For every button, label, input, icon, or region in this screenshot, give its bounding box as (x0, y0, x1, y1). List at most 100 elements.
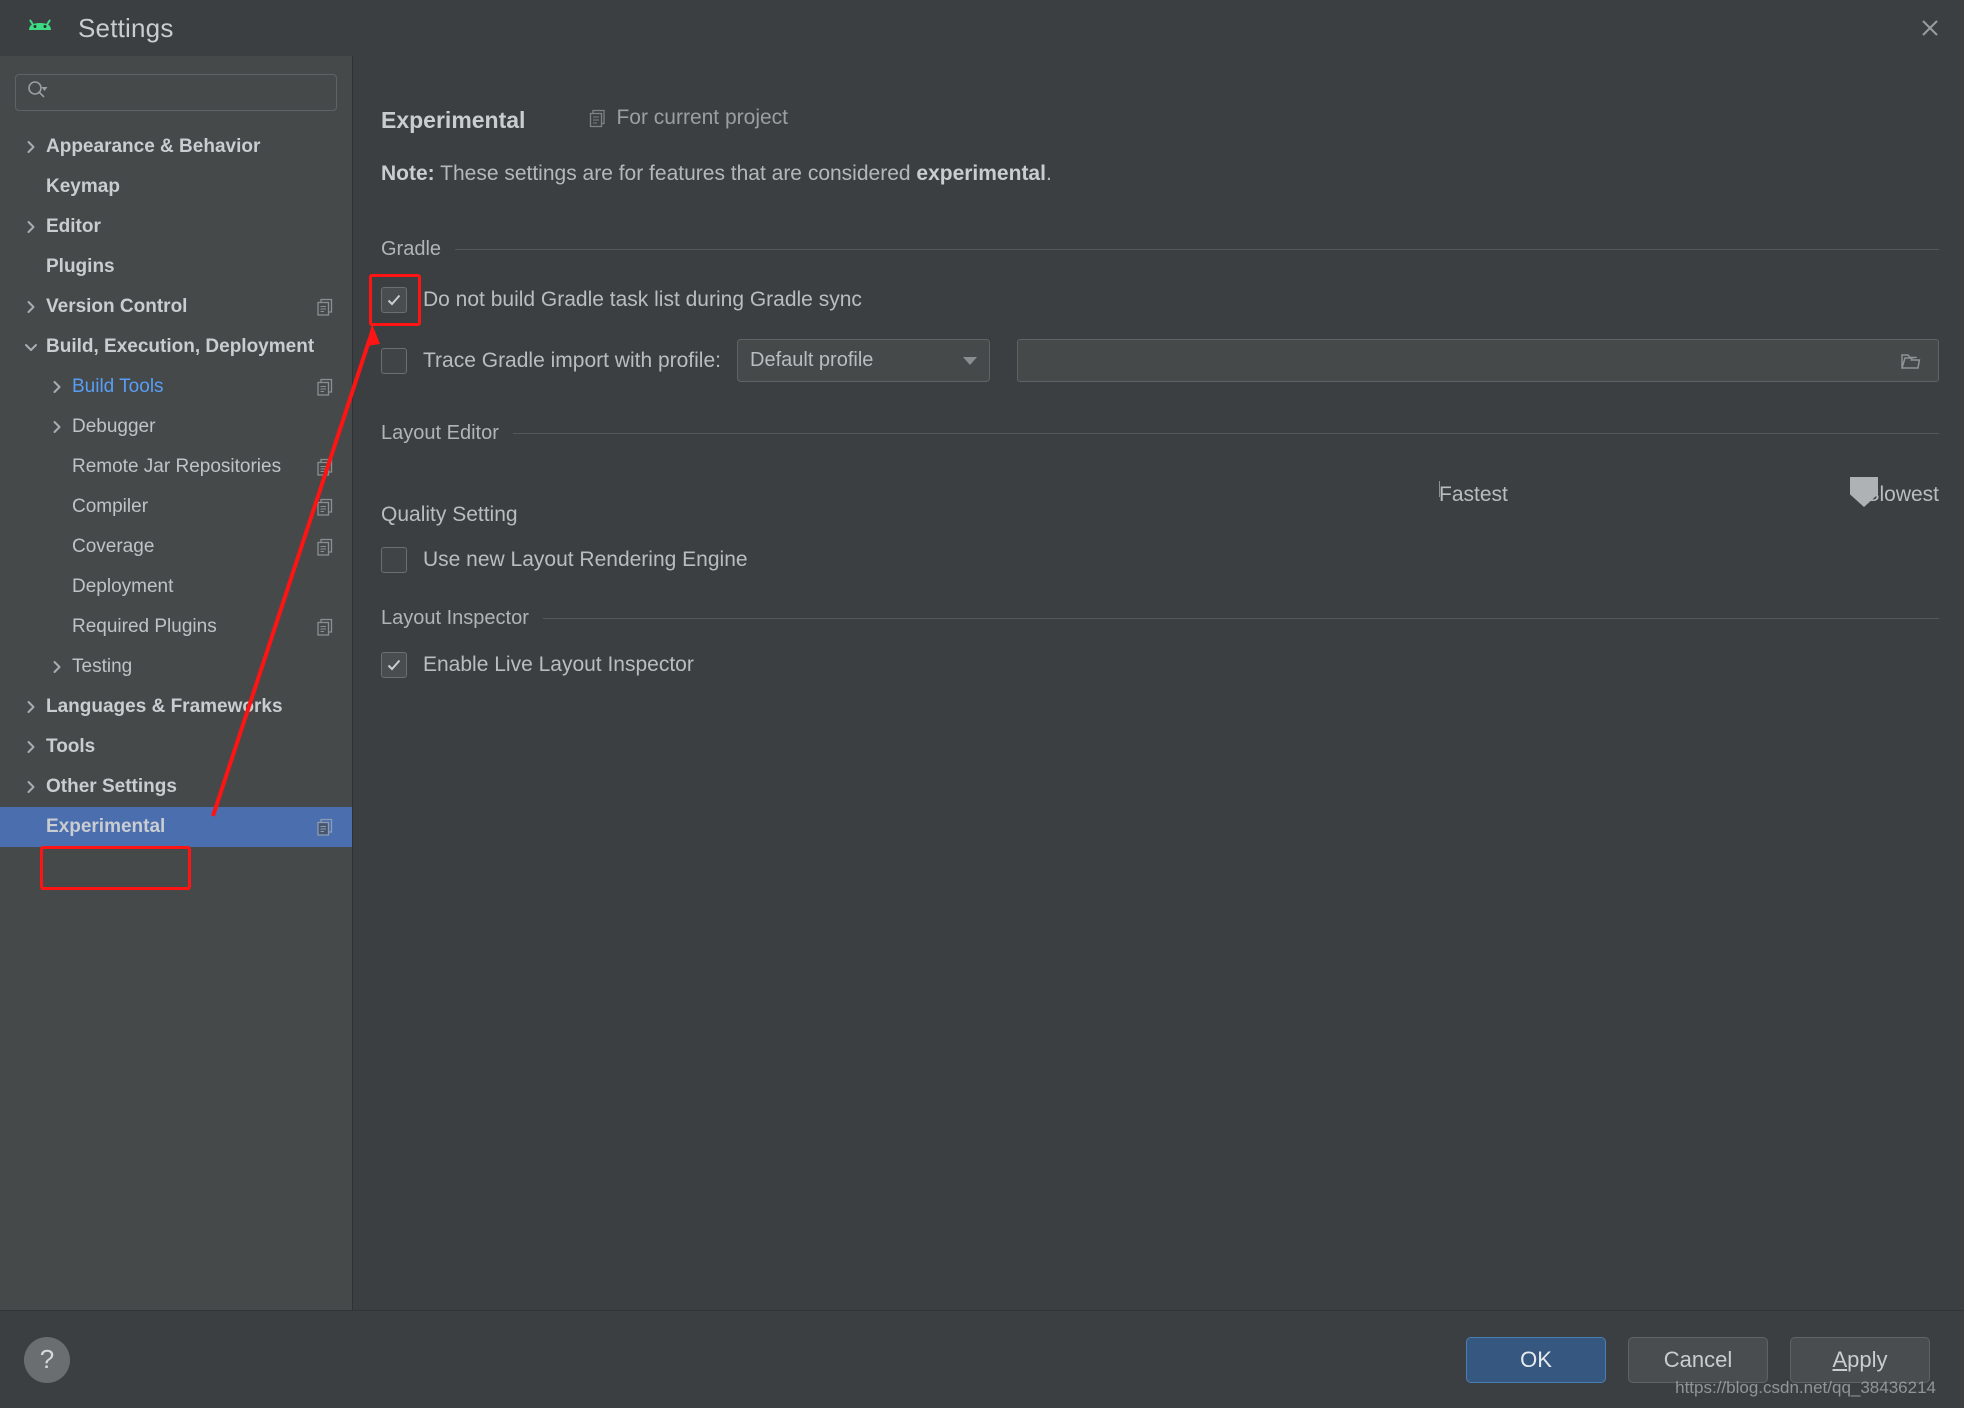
titlebar: Settings (0, 0, 1964, 56)
sidebar-item-label: Editor (46, 216, 101, 237)
settings-main-panel: Experimental For current project Note: T… (353, 56, 1964, 1310)
quality-slider[interactable]: Fastest Slowest (1439, 477, 1939, 507)
chevron-down-icon (963, 356, 977, 365)
checkbox-row-no-task-list[interactable]: Do not build Gradle task list during Gra… (369, 274, 1939, 326)
sidebar-item-debugger[interactable]: Debugger (0, 407, 352, 447)
sidebar-item-label: Languages & Frameworks (46, 696, 283, 717)
chevron-down-icon[interactable] (22, 338, 40, 356)
chevron-right-icon[interactable] (22, 698, 40, 716)
sidebar-item-label: Build Tools (72, 376, 164, 397)
help-button[interactable]: ? (24, 1336, 70, 1383)
sidebar-item-plugins[interactable]: Plugins (0, 247, 352, 287)
checkbox-label-no-task-list: Do not build Gradle task list during Gra… (423, 288, 862, 311)
slider-min-label: Fastest (1439, 483, 1508, 506)
search-input[interactable] (56, 82, 326, 103)
checkbox-no-task-list[interactable] (381, 287, 407, 313)
watermark: https://blog.csdn.net/qq_38436214 (1675, 1378, 1936, 1397)
search-icon (26, 79, 48, 106)
sidebar-item-keymap[interactable]: Keymap (0, 167, 352, 207)
checkbox-label-live-inspector: Enable Live Layout Inspector (423, 653, 694, 676)
section-title-layout-editor: Layout Editor (381, 422, 499, 444)
checkbox-label-rendering-engine: Use new Layout Rendering Engine (423, 548, 748, 571)
sidebar-item-label: Coverage (72, 536, 155, 557)
sidebar-item-label: Appearance & Behavior (46, 136, 261, 157)
sidebar-item-label: Compiler (72, 496, 149, 517)
apply-label-rest: pply (1847, 1346, 1888, 1372)
checkbox-row-rendering-engine[interactable]: Use new Layout Rendering Engine (381, 547, 1939, 573)
note-suffix: . (1045, 162, 1052, 185)
sidebar-item-label: Plugins (46, 256, 115, 277)
sidebar-item-build-execution-deployment[interactable]: Build, Execution, Deployment (0, 327, 352, 367)
copy-icon[interactable] (315, 297, 335, 317)
sidebar-item-experimental[interactable]: Experimental (0, 807, 352, 847)
search-box[interactable] (15, 74, 337, 111)
sidebar-item-other-settings[interactable]: Other Settings (0, 767, 352, 807)
copy-icon[interactable] (315, 457, 335, 477)
profile-dropdown[interactable]: Default profile (737, 339, 990, 382)
page-title: Experimental (381, 107, 526, 133)
section-title-layout-inspector: Layout Inspector (381, 607, 529, 629)
settings-tree: Appearance & Behavior Keymap Editor Plugins… (0, 127, 352, 847)
sidebar-search (0, 64, 352, 117)
close-icon[interactable] (1896, 0, 1964, 56)
sidebar-item-compiler[interactable]: Compiler (0, 487, 352, 527)
apply-button[interactable]: Apply (1790, 1336, 1930, 1383)
chevron-right-icon[interactable] (48, 658, 66, 676)
chevron-right-icon[interactable] (22, 138, 40, 156)
checkbox-label-trace-gradle: Trace Gradle import with profile: (423, 348, 721, 372)
sidebar-item-coverage[interactable]: Coverage (0, 527, 352, 567)
experimental-note: Note: These settings are for features th… (381, 162, 1939, 186)
cancel-button[interactable]: Cancel (1628, 1336, 1768, 1383)
sidebar-item-editor[interactable]: Editor (0, 207, 352, 247)
sidebar-item-tools[interactable]: Tools (0, 727, 352, 767)
settings-sidebar: Appearance & Behavior Keymap Editor Plugins… (0, 56, 353, 1310)
sidebar-item-remote-jar-repositories[interactable]: Remote Jar Repositories (0, 447, 352, 487)
chevron-right-icon[interactable] (48, 378, 66, 396)
copy-icon[interactable] (315, 617, 335, 637)
main-header: Experimental For current project (381, 106, 1939, 134)
checkbox-live-inspector[interactable] (381, 652, 407, 678)
sidebar-item-deployment[interactable]: Deployment (0, 567, 352, 607)
trace-gradle-row: Trace Gradle import with profile: Defaul… (381, 339, 1939, 382)
chevron-right-icon[interactable] (22, 738, 40, 756)
sidebar-item-build-tools[interactable]: Build Tools (0, 367, 352, 407)
dialog-footer: ? OK Cancel Apply https://blog.csdn.net/… (0, 1310, 1964, 1408)
chevron-right-icon[interactable] (22, 218, 40, 236)
dialog-body: Appearance & Behavior Keymap Editor Plugins… (0, 56, 1964, 1310)
apply-mnemonic: A (1832, 1346, 1848, 1372)
copy-icon[interactable] (315, 537, 335, 557)
checkbox-rendering-engine[interactable] (381, 547, 407, 573)
copy-icon[interactable] (315, 817, 335, 837)
chevron-right-icon[interactable] (22, 298, 40, 316)
sidebar-item-label: Testing (72, 656, 133, 677)
trace-output-path-field[interactable] (1017, 339, 1939, 382)
window-title: Settings (78, 12, 174, 43)
note-body: These settings are for features that are… (434, 162, 917, 185)
section-layout-editor: Layout Editor (381, 422, 1939, 445)
sidebar-item-label: Build, Execution, Deployment (46, 336, 315, 357)
sidebar-item-languages-frameworks[interactable]: Languages & Frameworks (0, 687, 352, 727)
copy-icon[interactable] (315, 497, 335, 517)
project-scope[interactable]: For current project (588, 106, 788, 130)
chevron-right-icon[interactable] (22, 778, 40, 796)
chevron-right-icon[interactable] (48, 418, 66, 436)
section-title-gradle: Gradle (381, 238, 442, 260)
sidebar-item-testing[interactable]: Testing (0, 647, 352, 687)
section-layout-inspector: Layout Inspector (381, 607, 1939, 630)
sidebar-item-label: Remote Jar Repositories (72, 456, 282, 477)
checkbox-trace-gradle[interactable] (381, 347, 407, 374)
sidebar-item-label: Version Control (46, 296, 188, 317)
profile-dropdown-value: Default profile (750, 349, 874, 371)
folder-icon[interactable] (1900, 351, 1924, 371)
sidebar-item-label: Experimental (46, 816, 166, 837)
quality-setting-row: Quality Setting Fastest Slowest (381, 477, 1939, 527)
sidebar-item-version-control[interactable]: Version Control (0, 287, 352, 327)
checkbox-row-live-inspector[interactable]: Enable Live Layout Inspector (381, 652, 1939, 678)
ok-button[interactable]: OK (1466, 1336, 1606, 1383)
footer-buttons: OK Cancel Apply (1466, 1336, 1930, 1383)
sidebar-item-label: Debugger (72, 416, 156, 437)
copy-icon[interactable] (315, 377, 335, 397)
sidebar-item-required-plugins[interactable]: Required Plugins (0, 607, 352, 647)
note-prefix: Note: (381, 162, 435, 185)
sidebar-item-appearance-behavior[interactable]: Appearance & Behavior (0, 127, 352, 167)
